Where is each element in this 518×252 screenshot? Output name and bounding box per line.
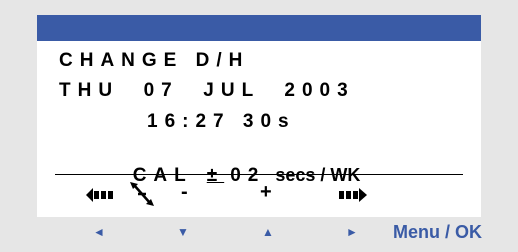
screen-title: CHANGE D/H: [59, 50, 250, 71]
right-key[interactable]: ►: [346, 225, 358, 239]
menu-ok-key[interactable]: Menu / OK: [393, 222, 482, 243]
up-key[interactable]: ▲: [262, 225, 274, 239]
device-panel: CHANGE D/H THU 07 JUL 2003 16:27 30s CAL…: [0, 0, 518, 252]
plus-button[interactable]: +: [260, 181, 272, 203]
swap-arrows-icon[interactable]: [129, 181, 155, 207]
prev-field-icon[interactable]: [86, 187, 122, 203]
date-line: THU 07 JUL 2003: [59, 80, 355, 101]
lcd-screen: CHANGE D/H THU 07 JUL 2003 16:27 30s CAL…: [37, 41, 481, 217]
title-bar: [37, 15, 481, 41]
minus-button[interactable]: -: [181, 181, 188, 203]
time-line: 16:27 30s: [147, 111, 296, 132]
divider: [55, 174, 463, 175]
cal-unit: secs / WK: [275, 165, 361, 185]
down-key[interactable]: ▼: [177, 225, 189, 239]
key-legend: ◄ ▼ ▲ ► Menu / OK: [0, 222, 518, 252]
left-key[interactable]: ◄: [93, 225, 105, 239]
cal-sign: ±: [206, 165, 225, 186]
next-field-icon[interactable]: [337, 187, 373, 203]
